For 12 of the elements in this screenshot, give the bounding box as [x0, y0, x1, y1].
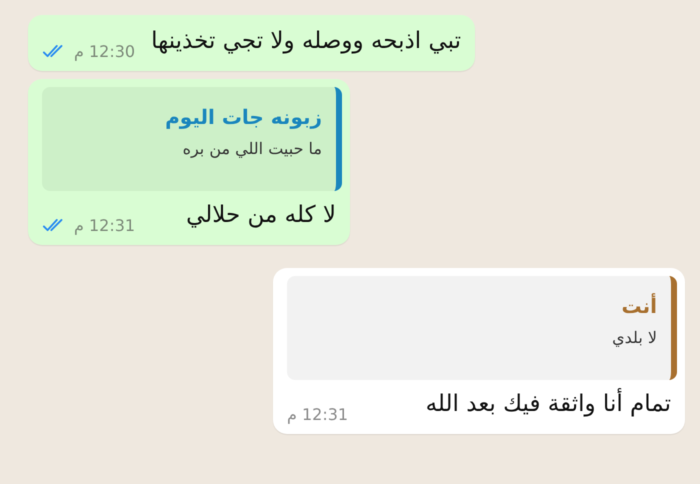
quoted-message[interactable]: أنت لا بلدي [287, 276, 677, 380]
message-text: تمام أنا واثقة فيك بعد الله [426, 390, 671, 426]
quote-text: ما حبيت اللي من بره [182, 138, 322, 158]
quote-text: لا بلدي [612, 328, 657, 347]
message-time: 12:31 م [74, 216, 136, 235]
message-text: لا كله من حلالي [186, 200, 336, 230]
quote-sender: أنت [621, 294, 657, 318]
message-text: تبي اذبحه ووصله ولا تجي تخذينها [151, 27, 461, 56]
quote-sender: زبونه جات اليوم [165, 104, 322, 129]
message-time: 12:30 م [74, 42, 136, 61]
message-time: 12:31 م [287, 404, 348, 424]
quoted-message[interactable]: زبونه جات اليوم ما حبيت اللي من بره [42, 86, 342, 191]
